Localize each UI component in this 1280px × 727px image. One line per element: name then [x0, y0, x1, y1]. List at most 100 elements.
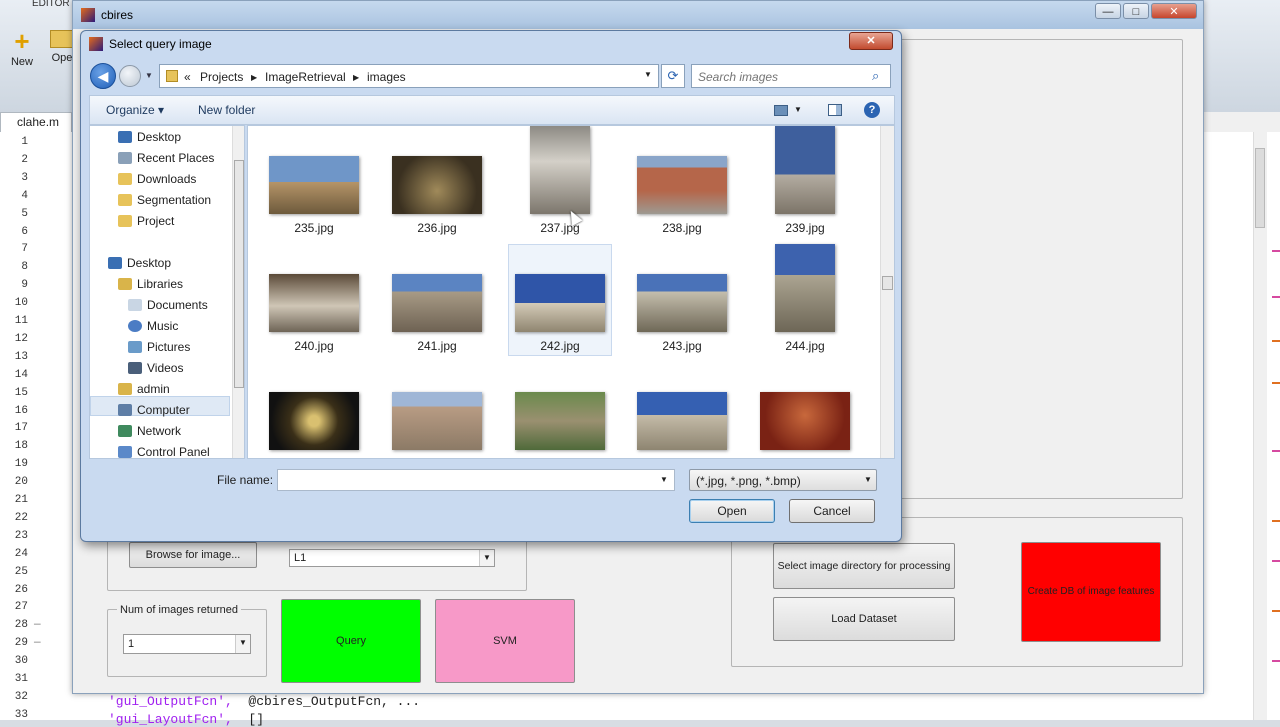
file-item[interactable]: [385, 362, 489, 458]
file-item[interactable]: [630, 362, 734, 458]
editor-scroll-thumb[interactable]: [1255, 148, 1265, 228]
preview-pane-icon[interactable]: [828, 104, 842, 116]
nav-item-libraries[interactable]: Libraries: [118, 277, 183, 297]
fold-marker-icon[interactable]: —: [34, 637, 41, 649]
scroll-marker[interactable]: [1272, 250, 1280, 252]
scroll-marker[interactable]: [1272, 660, 1280, 662]
file-name-field[interactable]: ▼: [277, 469, 675, 491]
nav-item-network[interactable]: Network: [118, 424, 181, 444]
cancel-button[interactable]: Cancel: [789, 499, 875, 523]
nav-label: Downloads: [137, 172, 197, 186]
search-box[interactable]: ⌕: [691, 64, 891, 88]
address-bar[interactable]: « Projects ▶ ImageRetrieval ▶ images ▼: [159, 64, 659, 88]
nav-item-control-panel[interactable]: Control Panel: [118, 445, 210, 458]
editor-tab-label[interactable]: EDITOR: [32, 0, 70, 9]
maximize-button[interactable]: □: [1123, 3, 1149, 19]
chevron-down-icon[interactable]: ▼: [660, 475, 668, 484]
create-db-button[interactable]: Create DB of image features: [1021, 542, 1161, 642]
nav-item-computer[interactable]: Computer: [118, 403, 190, 423]
nav-item-downloads[interactable]: Downloads: [118, 172, 196, 192]
nav-item-music[interactable]: Music: [128, 319, 178, 339]
line-number: 12: [14, 332, 28, 345]
search-icon[interactable]: ⌕: [872, 68, 888, 84]
dialog-title: Select query image: [109, 37, 212, 51]
chevron-down-icon[interactable]: ▼: [644, 70, 652, 79]
breadcrumb-imageretrieval[interactable]: ImageRetrieval: [265, 70, 346, 84]
file-item[interactable]: 235.jpg: [262, 126, 366, 238]
organize-menu[interactable]: Organize ▾: [106, 103, 164, 117]
file-name: 243.jpg: [662, 339, 702, 353]
file-item[interactable]: [753, 362, 857, 458]
breadcrumb-projects[interactable]: Projects: [200, 70, 243, 84]
num-images-select[interactable]: 1 ▼: [123, 634, 251, 654]
file-item[interactable]: [262, 362, 366, 458]
open-button[interactable]: Open: [689, 499, 775, 523]
minimize-button[interactable]: —: [1095, 3, 1121, 19]
nav-item-recent-places[interactable]: Recent Places: [118, 151, 214, 171]
file-name: 244.jpg: [785, 339, 825, 353]
view-options-icon[interactable]: [774, 105, 788, 116]
file-item-selected[interactable]: 242.jpg: [508, 244, 612, 356]
browse-image-button[interactable]: Browse for image...: [129, 542, 257, 568]
file-item[interactable]: 238.jpg: [630, 126, 734, 238]
help-icon[interactable]: ?: [864, 102, 880, 118]
forward-arrow-icon[interactable]: [119, 65, 141, 87]
code-line-32[interactable]: 'gui_OutputFcn', @cbires_OutputFcn, ...: [108, 694, 420, 709]
scroll-marker[interactable]: [1272, 560, 1280, 562]
load-dataset-button[interactable]: Load Dataset: [773, 597, 955, 641]
search-input[interactable]: [696, 68, 870, 86]
file-item[interactable]: 236.jpg: [385, 126, 489, 238]
nav-item-documents[interactable]: Documents: [128, 298, 208, 318]
query-button[interactable]: Query: [281, 599, 421, 683]
nav-item-admin[interactable]: admin: [118, 382, 170, 402]
scroll-marker[interactable]: [1272, 382, 1280, 384]
file-item[interactable]: 237.jpg: [508, 126, 612, 238]
file-item[interactable]: [508, 362, 612, 458]
dialog-close-button[interactable]: ✕: [849, 32, 893, 50]
chevron-down-icon: ▼: [479, 550, 494, 566]
nav-item-desktop-fav[interactable]: Desktop: [118, 130, 181, 150]
metric-select[interactable]: L1 ▼: [289, 549, 495, 567]
line-number: 26: [14, 583, 28, 596]
scroll-marker[interactable]: [1272, 520, 1280, 522]
nav-item-project[interactable]: Project: [118, 214, 174, 234]
select-directory-button[interactable]: Select image directory for processing: [773, 543, 955, 589]
file-item[interactable]: 239.jpg: [753, 126, 857, 238]
cbires-title-bar[interactable]: cbires — □ ✕: [73, 1, 1203, 29]
nav-item-videos[interactable]: Videos: [128, 361, 183, 381]
file-list-scroll-thumb[interactable]: [882, 276, 893, 290]
file-item[interactable]: 240.jpg: [262, 244, 366, 356]
breadcrumb-images[interactable]: images: [367, 70, 406, 84]
breadcrumb-overflow[interactable]: «: [184, 70, 191, 84]
close-button[interactable]: ✕: [1151, 3, 1197, 19]
scroll-marker[interactable]: [1272, 610, 1280, 612]
file-name: 240.jpg: [294, 339, 334, 353]
nav-item-segmentation[interactable]: Segmentation: [118, 193, 211, 213]
nav-label: Documents: [147, 298, 208, 312]
refresh-icon[interactable]: ⟳: [661, 64, 685, 88]
nav-item-pictures[interactable]: Pictures: [128, 340, 190, 360]
scroll-marker[interactable]: [1272, 340, 1280, 342]
line-number: 31: [14, 673, 28, 685]
chevron-down-icon[interactable]: ▼: [794, 105, 802, 114]
file-tab-clahe[interactable]: clahe.m: [0, 112, 72, 132]
new-folder-button[interactable]: New folder: [198, 103, 255, 117]
history-dropdown-icon[interactable]: ▼: [145, 71, 153, 80]
new-button[interactable]: + New: [4, 22, 40, 82]
file-item[interactable]: 243.jpg: [630, 244, 734, 356]
scroll-marker[interactable]: [1272, 450, 1280, 452]
file-type-select[interactable]: (*.jpg, *.png, *.bmp) ▼: [689, 469, 877, 491]
scroll-marker[interactable]: [1272, 296, 1280, 298]
nav-label: Computer: [137, 403, 190, 417]
file-list-scrollbar[interactable]: [880, 126, 894, 458]
back-arrow-icon[interactable]: ◀: [90, 63, 116, 89]
fold-marker-icon[interactable]: —: [34, 619, 41, 631]
nav-scroll-thumb[interactable]: [234, 160, 244, 388]
file-item[interactable]: 244.jpg: [753, 244, 857, 356]
pictures-icon: [128, 341, 142, 353]
svm-button[interactable]: SVM: [435, 599, 575, 683]
file-name-input[interactable]: [280, 472, 654, 490]
nav-item-desktop[interactable]: Desktop: [108, 256, 171, 276]
file-item[interactable]: 241.jpg: [385, 244, 489, 356]
folder-icon: [166, 70, 178, 82]
